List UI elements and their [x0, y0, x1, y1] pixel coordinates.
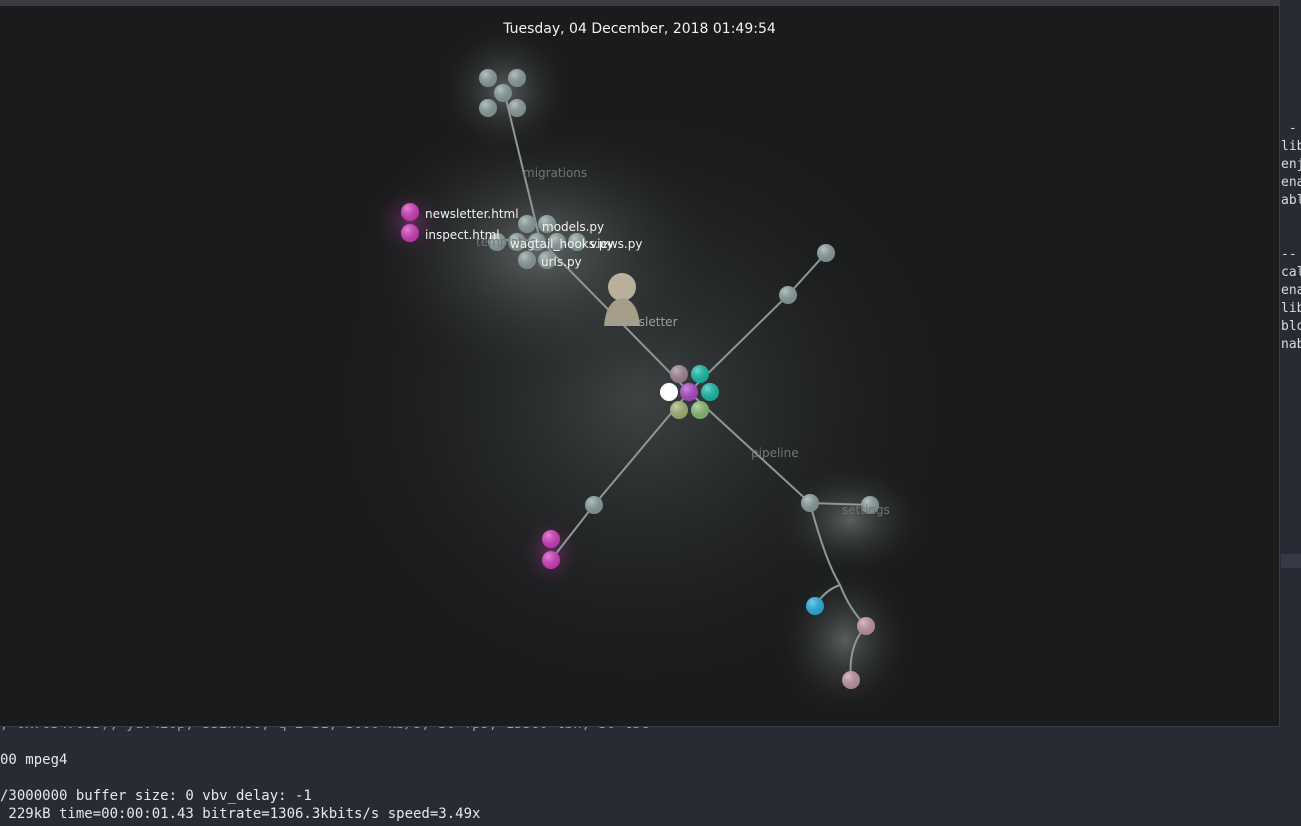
- gource-viewer-window[interactable]: migrations templates newsletter pipeline…: [0, 0, 1280, 727]
- html-glow: [370, 182, 450, 262]
- file-label-models-py: models.py: [542, 220, 604, 234]
- terminal-line: -: [1281, 121, 1297, 136]
- terminal-line: enj: [1281, 157, 1301, 172]
- file-label-urls-py: urls.py: [541, 255, 582, 269]
- file-label-views-py: views.py: [590, 237, 642, 251]
- dir-label-settings: settings: [842, 503, 890, 517]
- file-label-newsletter-html: newsletter.html: [425, 207, 519, 221]
- cluster-glow: [775, 560, 915, 720]
- terminal-line: lib: [1281, 139, 1301, 154]
- terminal-line: /3000000 buffer size: 0 vbv_delay: -1: [0, 788, 312, 804]
- datetime-display: Tuesday, 04 December, 2018 01:49:54: [503, 21, 776, 37]
- terminal-line: lib: [1281, 301, 1301, 316]
- terminal-line: nab: [1281, 337, 1301, 352]
- terminal-line: 00 mpeg4: [0, 752, 68, 768]
- terminal-line: ena: [1281, 175, 1301, 190]
- terminal-line: blo: [1281, 319, 1301, 334]
- terminal-line: cal: [1281, 265, 1301, 280]
- terminal-line: ena: [1281, 283, 1301, 298]
- terminal-right-pane: - lib enj ena abl -- cal ena lib blo nab: [1281, 0, 1301, 826]
- terminal-line: --: [1281, 247, 1297, 262]
- terminal-cursor-row: [1281, 554, 1301, 568]
- dir-label-pipeline: pipeline: [751, 446, 799, 460]
- terminal-line: abl: [1281, 193, 1301, 208]
- repo-visualization: migrations templates newsletter pipeline…: [310, 20, 970, 720]
- dir-label-newsletter: newsletter: [614, 315, 678, 329]
- dir-label-migrations: migrations: [523, 166, 587, 180]
- terminal-line: 229kB time=00:00:01.43 bitrate=1306.3kbi…: [0, 806, 481, 822]
- file-label-inspect-html: inspect.html: [425, 228, 500, 242]
